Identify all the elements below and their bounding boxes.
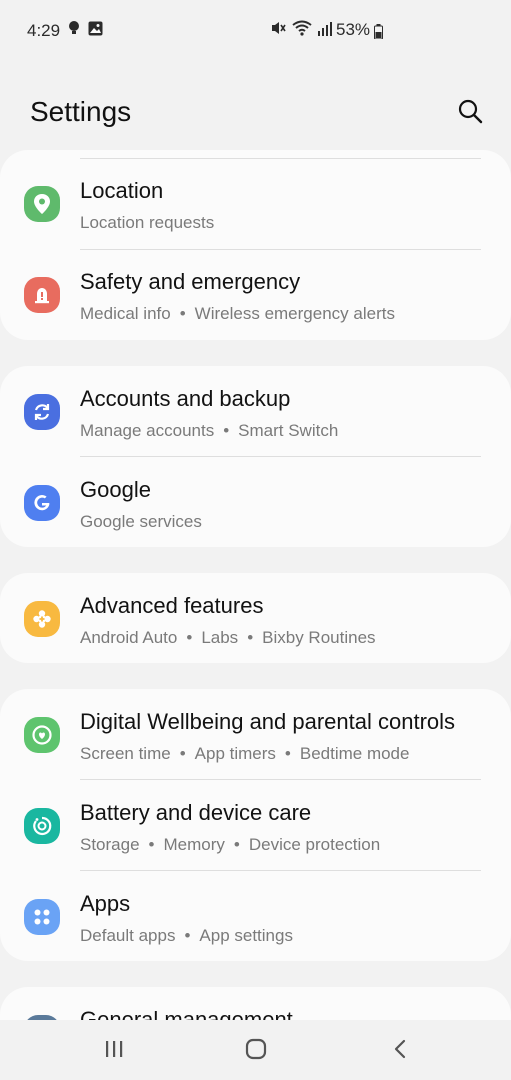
- recents-button[interactable]: [94, 1032, 134, 1066]
- item-title: Google: [80, 477, 151, 502]
- item-subtitle: Manage accounts • Smart Switch: [80, 421, 339, 440]
- settings-item-safety-and-emergency[interactable]: Safety and emergency Medical info • Wirele…: [0, 249, 511, 340]
- item-title: Accounts and backup: [80, 386, 291, 411]
- apps-grid-icon: [24, 899, 60, 935]
- item-subtitle: Medical info • Wireless emergency alerts: [80, 304, 395, 323]
- page-title: Settings: [30, 96, 132, 127]
- mute-icon: [270, 20, 286, 41]
- item-subtitle: Screen time • App timers • Bedtime mode: [80, 744, 410, 763]
- item-title: Apps: [80, 891, 131, 916]
- gallery-icon: [88, 21, 103, 41]
- item-title: Digital Wellbeing and parental controls: [80, 709, 456, 734]
- navigation-bar: [0, 1020, 511, 1080]
- notification-bulb-icon: [68, 20, 80, 41]
- back-button[interactable]: [380, 1032, 420, 1066]
- item-title: Advanced features: [80, 593, 264, 618]
- item-subtitle: Google services: [80, 512, 202, 531]
- settings-item-accounts-and-backup[interactable]: Accounts and backup Manage accounts • Smar…: [0, 366, 511, 457]
- item-title: Location: [80, 178, 164, 203]
- emergency-alert-icon: [24, 277, 60, 313]
- item-title: Battery and device care: [80, 800, 312, 825]
- item-subtitle: Storage • Memory • Device protection: [80, 835, 381, 854]
- settings-group-1: Location Location requests Safety and em…: [0, 150, 511, 340]
- header: Settings: [0, 80, 511, 142]
- item-subtitle: Android Auto • Labs • Bixby Routines: [80, 628, 376, 647]
- recents-icon: [106, 1041, 123, 1057]
- settings-group-2: Accounts and backup Manage accounts • Smar…: [0, 366, 511, 547]
- google-g-icon: [24, 485, 60, 521]
- settings-item-apps[interactable]: Apps Default apps • App settings: [0, 871, 511, 962]
- wifi-icon: [292, 20, 312, 41]
- battery-percent: 53%: [336, 20, 371, 39]
- settings-item-digital-wellbeing[interactable]: Digital Wellbeing and parental controls …: [0, 689, 511, 780]
- item-subtitle: Default apps • App settings: [80, 926, 293, 945]
- home-button[interactable]: [236, 1032, 276, 1066]
- item-title: Safety and emergency: [80, 269, 301, 294]
- gear-plus-icon: [24, 601, 60, 637]
- back-icon: [394, 1039, 406, 1059]
- status-left: 4:29: [27, 20, 103, 41]
- settings-group-4: Digital Wellbeing and parental controls …: [0, 689, 511, 961]
- settings-item-advanced-features[interactable]: Advanced features Android Auto • Labs • Bixb…: [0, 573, 511, 664]
- status-bar: 4:29 53%: [0, 0, 511, 62]
- device-care-icon: [24, 808, 60, 844]
- settings-item-battery-and-device-care[interactable]: Battery and device care Storage • Memory • D…: [0, 780, 511, 871]
- search-icon: [458, 99, 483, 124]
- status-time: 4:29: [27, 20, 61, 40]
- signal-icon: [318, 21, 332, 41]
- status-right: 53%: [270, 20, 390, 41]
- sync-icon: [24, 394, 60, 430]
- settings-item-location[interactable]: Location Location requests: [0, 158, 511, 249]
- wellbeing-heart-icon: [24, 717, 60, 753]
- item-subtitle: Location requests: [80, 213, 215, 232]
- settings-item-google[interactable]: Google Google services: [0, 457, 511, 548]
- home-icon: [245, 1038, 267, 1060]
- battery-icon: [374, 24, 383, 44]
- settings-group-3: Advanced features Android Auto • Labs • Bixb…: [0, 573, 511, 663]
- location-pin-icon: [24, 186, 60, 222]
- search-button[interactable]: [455, 96, 485, 126]
